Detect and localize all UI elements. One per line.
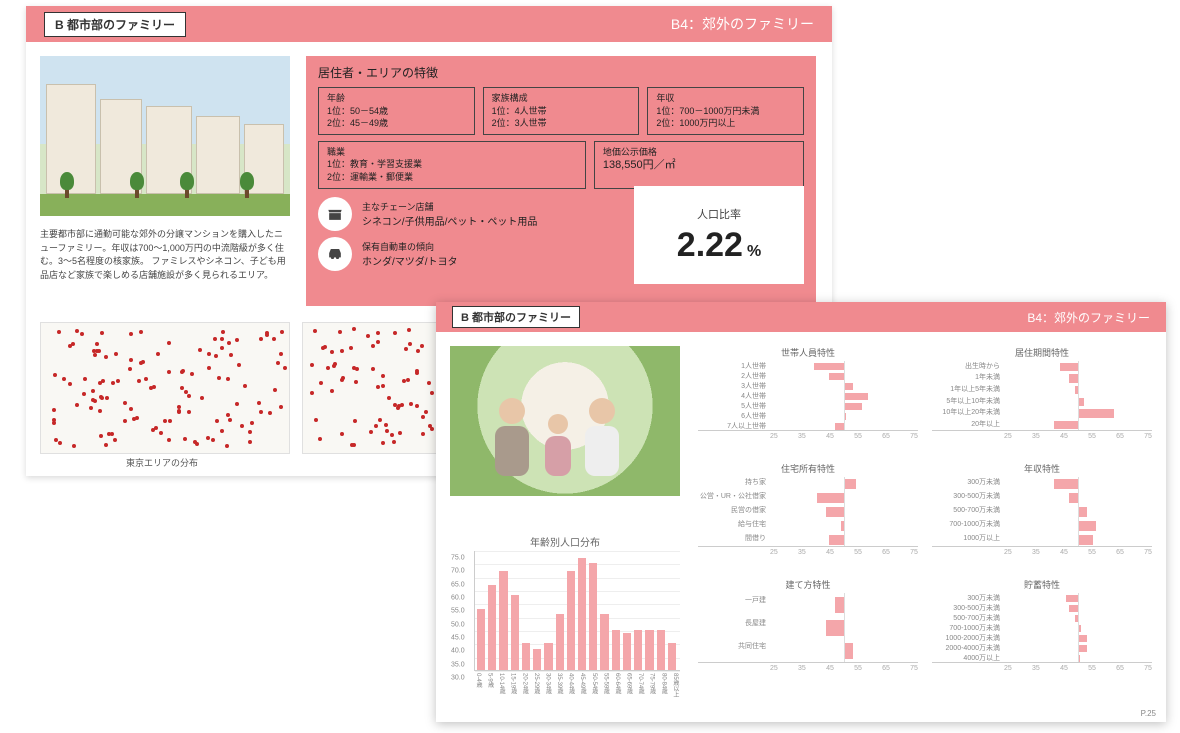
stat-family: 家族構成 1位：4人世帯2位：3人世帯	[483, 87, 640, 135]
stat-job: 職業 1位：教育・学習支援業2位：運輸業・郵便業	[318, 141, 586, 189]
chart-income: 年収特性300万未満300-500万未満500-700万未満700-1000万未…	[932, 462, 1152, 562]
chart-household-size: 世帯人員特性1人世帯2人世帯3人世帯4人世帯5人世帯6人世帯7人以上世帯2535…	[698, 346, 918, 446]
segment-title: B4：郊外のファミリー	[1027, 309, 1150, 326]
chart-building-type: 建て方特性一戸建長屋建共同住宅253545556575	[698, 578, 918, 678]
map-tokyo	[40, 322, 290, 454]
features-heading: 居住者・エリアの特徴	[318, 64, 804, 81]
slide1-header: B 都市部のファミリー B4：郊外のファミリー	[26, 6, 832, 42]
car-brands: 保有自動車の傾向 ホンダ/マツダ/トヨタ	[362, 240, 458, 268]
store-icon	[318, 197, 352, 231]
stat-income: 年収 1位：700－1000万円未満2位：1000万円以上	[647, 87, 804, 135]
slide2-header: B 都市部のファミリー B4：郊外のファミリー	[436, 302, 1166, 332]
stat-age: 年齢 1位：50－54歳2位：45－49歳	[318, 87, 475, 135]
chart-residence-period: 居住期間特性出生時から1年未満1年以上5年未満5年以上10年未満10年以上20年…	[932, 346, 1152, 446]
population-ratio-box: 人口比率 2.22%	[634, 186, 804, 284]
car-icon	[318, 237, 352, 271]
category-badge: B 都市部のファミリー	[452, 306, 580, 328]
map-caption: 東京エリアの分布	[126, 456, 198, 469]
chart-savings: 貯蓄特性300万未満300-500万未満500-700万未満700-1000万未…	[932, 578, 1152, 678]
chart-ownership: 住宅所有特性持ち家公営・UR・公社借家民営の借家給与住宅間借り253545556…	[698, 462, 918, 562]
segment-title: B4：郊外のファミリー	[671, 14, 814, 34]
page-number: P.25	[1141, 709, 1156, 718]
features-panel: 居住者・エリアの特徴 年齢 1位：50－54歳2位：45－49歳 家族構成 1位…	[306, 56, 816, 306]
chart-age-distribution: 年齢別人口分布 30.035.040.045.050.055.060.065.0…	[450, 534, 680, 704]
area-photo	[40, 56, 290, 216]
area-description: 主要都市部に通勤可能な郊外の分譲マンションを購入したニューファミリー。年収は70…	[40, 228, 290, 282]
stat-land-price: 地価公示価格 138,550円／㎡	[594, 141, 804, 189]
slide-2: B 都市部のファミリー B4：郊外のファミリー 年齢別人口分布 30.035.0…	[436, 302, 1166, 722]
family-photo	[450, 346, 680, 496]
category-badge: B 都市部のファミリー	[44, 12, 186, 37]
chain-stores: 主なチェーン店舗 シネコン/子供用品/ペット・ペット用品	[362, 200, 537, 228]
